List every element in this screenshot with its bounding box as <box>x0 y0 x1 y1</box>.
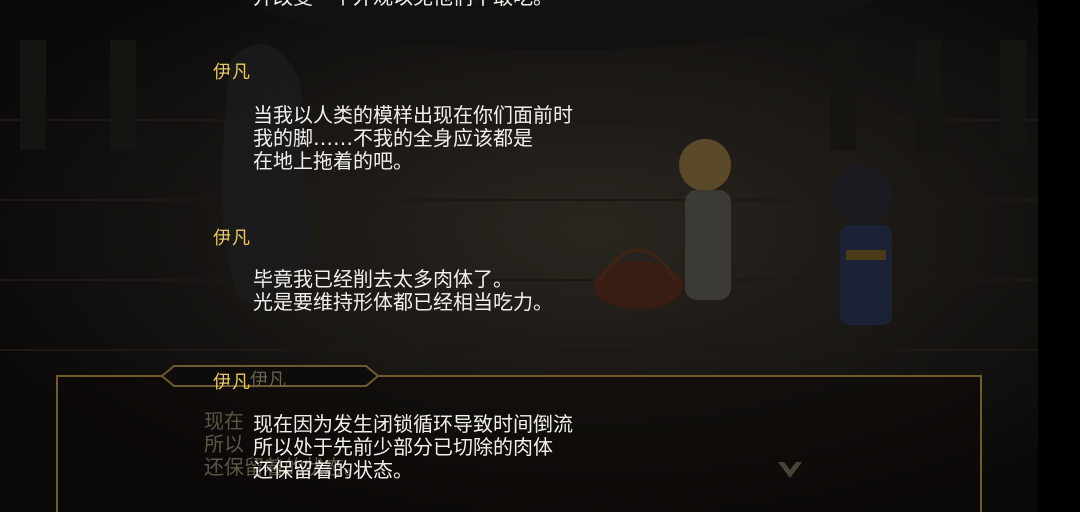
speaker-name: 伊凡 <box>213 228 251 249</box>
speaker-name: 伊凡 <box>213 372 251 393</box>
backlog-line: 还保留着的状态。 <box>253 458 413 482</box>
backlog-overlay[interactable]: 并改变一个外观以免他们不敢吃。 伊凡 当我以人类的模样出现在你们面前时 我的脚…… <box>0 0 1080 512</box>
backlog-text: 当我以人类的模样出现在你们面前时 我的脚……不我的全身应该都是 在地上拖着的吧。 <box>253 104 573 173</box>
backlog-line: 当我以人类的模样出现在你们面前时 <box>253 103 573 127</box>
backlog-line: 光是要维持形体都已经相当吃力。 <box>253 290 553 314</box>
backlog-text: 现在因为发生闭锁循环导致时间倒流 所以处于先前少部分已切除的肉体 还保留着的状态… <box>253 413 573 482</box>
backlog-line: 现在因为发生闭锁循环导致时间倒流 <box>253 412 573 436</box>
backlog-line: 毕竟我已经削去太多肉体了。 <box>253 267 513 291</box>
backlog-line-cut-off: 并改变一个外观以免他们不敢吃。 <box>253 0 553 9</box>
backlog-line: 我的脚……不我的全身应该都是 <box>253 126 533 150</box>
backlog-text: 毕竟我已经削去太多肉体了。 光是要维持形体都已经相当吃力。 <box>253 268 553 314</box>
speaker-name: 伊凡 <box>213 62 251 83</box>
backlog-line: 所以处于先前少部分已切除的肉体 <box>253 435 553 459</box>
backlog-line: 在地上拖着的吧。 <box>253 149 413 173</box>
